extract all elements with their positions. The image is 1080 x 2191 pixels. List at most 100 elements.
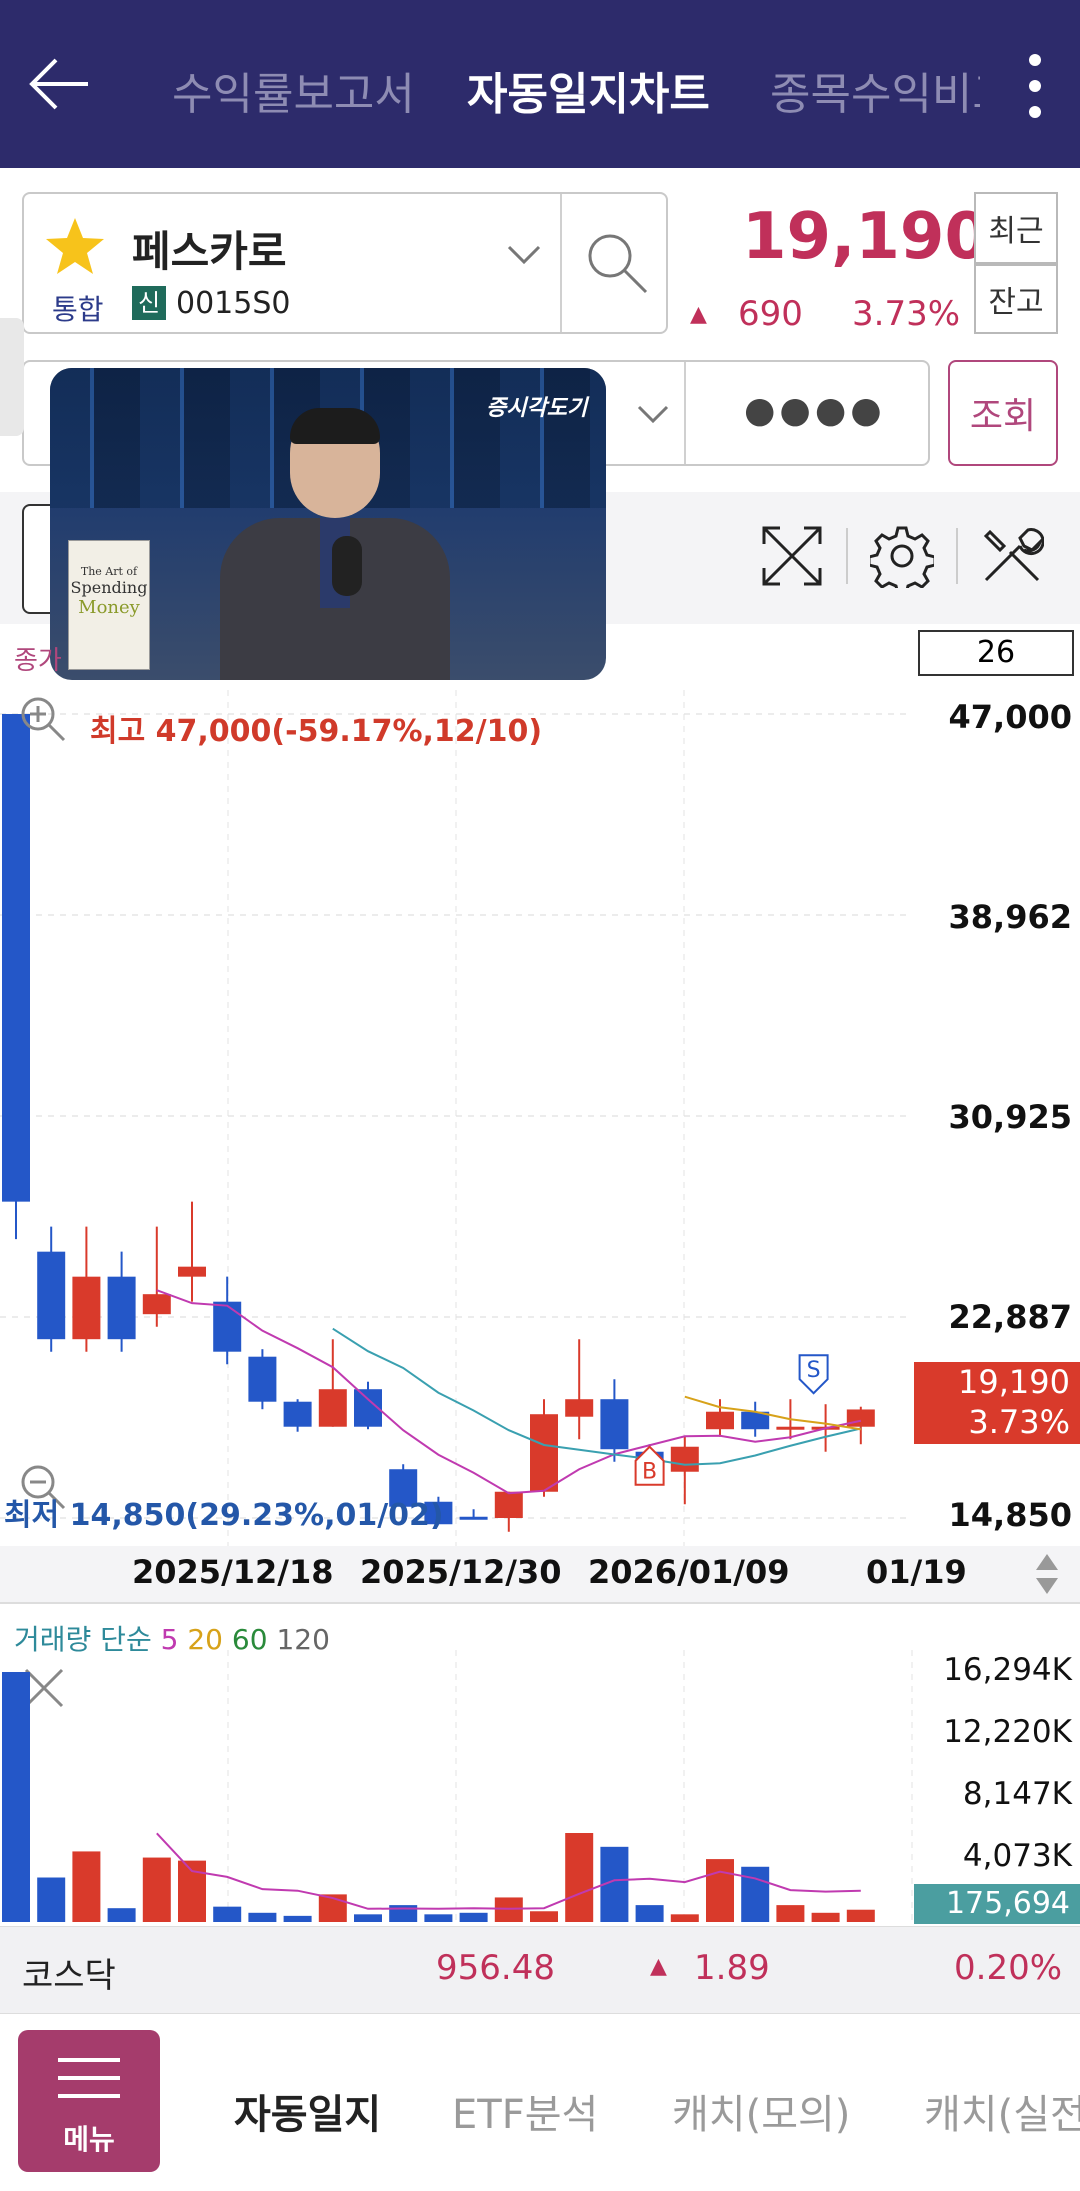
fullscreen-icon[interactable]	[760, 524, 824, 592]
candle-body	[670, 1446, 699, 1472]
volume-bar	[565, 1833, 594, 1922]
book-title-line-1: The Art of	[80, 565, 138, 578]
book-title-line-3: Money	[78, 597, 140, 618]
y-tick-label: 47,000	[948, 698, 1072, 736]
more-options-icon[interactable]	[1020, 52, 1050, 122]
volume-bar	[459, 1912, 488, 1922]
candle-body	[142, 1294, 171, 1315]
sell-marker: S	[798, 1354, 829, 1395]
volume-bar	[706, 1859, 734, 1922]
video-logo: 증시각도기	[486, 396, 588, 421]
index-change: 1.89	[694, 1948, 770, 1988]
volume-bar	[37, 1877, 66, 1922]
x-tick-label: 2025/12/30	[360, 1553, 562, 1591]
zoom-in-icon[interactable]	[16, 692, 68, 748]
candle-body	[248, 1356, 277, 1402]
chevron-down-icon[interactable]	[506, 244, 542, 270]
divider	[846, 528, 848, 584]
volume-bar	[142, 1857, 171, 1922]
stock-name: 페스카로	[132, 227, 287, 276]
volume-bar	[248, 1912, 277, 1922]
settings-gear-icon[interactable]	[867, 524, 937, 596]
candle-body	[72, 1276, 101, 1340]
divider	[684, 362, 686, 464]
volume-bar	[530, 1911, 558, 1922]
sell-marker-label: S	[807, 1358, 821, 1383]
menu-button[interactable]: 메뉴	[18, 2030, 160, 2172]
divider	[956, 528, 958, 584]
x-tick-label: 2025/12/18	[132, 1553, 334, 1591]
volume-bar	[635, 1905, 664, 1922]
current-price-tag: 19,190 3.73%	[914, 1362, 1080, 1444]
back-arrow-icon[interactable]	[28, 52, 92, 116]
ma10-line	[332, 1327, 862, 1466]
password-field[interactable]: ●●●●	[744, 390, 886, 431]
volume-bar	[776, 1905, 805, 1922]
y-tick-label: 30,925	[948, 1098, 1072, 1136]
volume-y-tick: 4,073K	[962, 1838, 1072, 1874]
x-tick-label: 2026/01/09	[588, 1553, 790, 1591]
x-tick-label: 01/19	[866, 1553, 967, 1591]
market-label: 통합	[52, 293, 104, 326]
tab-catch-mock[interactable]: 캐치(모의)	[672, 2082, 850, 2140]
favorite-star-icon[interactable]	[44, 216, 106, 280]
low-price-label: 최저 14,850(29.23%,01/02)	[4, 1498, 444, 1533]
tab-auto-journal[interactable]: 자동일지	[234, 2082, 381, 2140]
side-handle[interactable]	[0, 318, 24, 436]
book-cover: The Art of Spending Money	[68, 540, 150, 670]
resize-arrows-icon[interactable]	[1034, 1552, 1060, 1600]
video-overlay[interactable]: 증시각도기 The Art of Spending Money	[50, 368, 606, 680]
book-title-line-2: Spending	[70, 578, 148, 597]
stock-selector[interactable]: 페스카로 통합 신 0015S0	[22, 192, 668, 334]
new-listing-badge: 신	[132, 286, 166, 320]
candle-body	[283, 1401, 312, 1427]
current-price-value: 19,190	[958, 1363, 1070, 1401]
volume-chart[interactable]	[0, 1650, 1080, 1924]
tab-profit-report[interactable]: 수익률보고서	[172, 58, 415, 122]
stock-code: 0015S0	[176, 286, 291, 321]
tools-icon[interactable]	[980, 524, 1045, 592]
tab-etf-analysis[interactable]: ETF분석	[452, 2082, 598, 2140]
candle-body	[213, 1301, 242, 1352]
tab-catch-real[interactable]: 캐치(실전)	[924, 2082, 1080, 2140]
divider	[560, 194, 562, 332]
candle-body	[107, 1276, 136, 1340]
search-icon[interactable]	[584, 230, 650, 300]
volume-bar	[213, 1906, 242, 1922]
volume-y-tick: 16,294K	[943, 1652, 1072, 1688]
chart-legend-prefix: 종가	[14, 646, 62, 676]
chevron-down-icon[interactable]	[636, 404, 670, 428]
tab-auto-journal-chart[interactable]: 자동일지차트	[467, 58, 710, 122]
volume-bar	[811, 1912, 840, 1922]
period-input[interactable]: 26	[918, 630, 1074, 676]
price-change: 690	[738, 294, 803, 334]
index-change-pct: 0.20%	[954, 1948, 1063, 1988]
current-price-pct: 3.73%	[968, 1403, 1070, 1441]
recent-button[interactable]: 최근	[974, 192, 1058, 264]
volume-panel-divider	[0, 1602, 1080, 1604]
candle-body	[530, 1414, 558, 1492]
volume-y-tick: 8,147K	[962, 1776, 1072, 1812]
tab-stock-profit-compare[interactable]: 종목수익비교	[770, 58, 980, 122]
buy-marker-label: B	[642, 1460, 657, 1485]
candle-body	[846, 1409, 875, 1427]
volume-bar	[107, 1908, 136, 1922]
balance-button[interactable]: 잔고	[974, 264, 1058, 334]
volume-bar	[741, 1866, 770, 1922]
volume-bar	[846, 1909, 875, 1922]
volume-bar	[354, 1914, 382, 1922]
volume-bar	[2, 1672, 30, 1922]
candle-body	[565, 1399, 594, 1417]
query-button[interactable]: 조회	[948, 360, 1058, 466]
volume-y-tick: 12,220K	[943, 1714, 1072, 1750]
price-change-pct: 3.73%	[852, 294, 961, 334]
index-name: 코스닥	[22, 1956, 116, 1996]
candle-body	[37, 1251, 66, 1340]
y-tick-label: 38,962	[948, 898, 1072, 936]
candle-body	[776, 1426, 805, 1430]
candle-body	[600, 1399, 629, 1450]
candle-body	[494, 1491, 523, 1518]
current-volume-tag: 175,694	[914, 1884, 1080, 1924]
candle-body	[318, 1389, 347, 1427]
volume-bar	[424, 1914, 453, 1922]
